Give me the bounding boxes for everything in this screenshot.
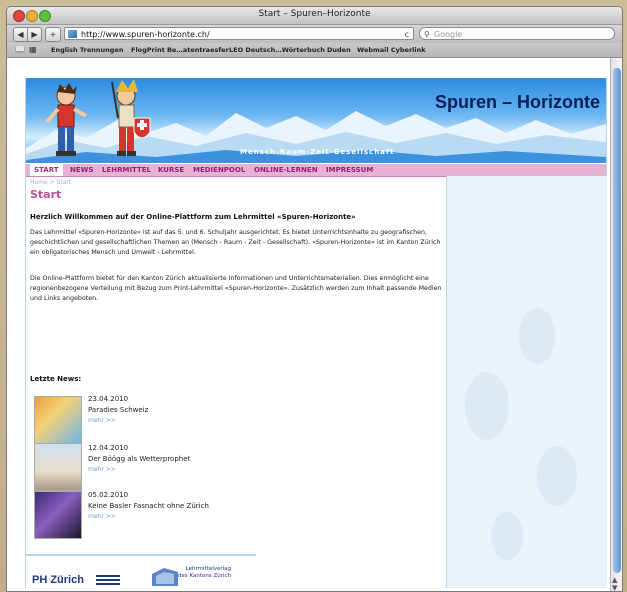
grid-icon[interactable]: ▦	[29, 45, 37, 55]
add-bookmark-button[interactable]: +	[45, 27, 61, 42]
news-title[interactable]: Der Böögg als Wetterprophet	[88, 455, 190, 463]
bookmarks-bar: 📖 ▦ English Trennungen FlogPrint Be…aten…	[7, 43, 622, 58]
search-placeholder: Google	[434, 30, 463, 39]
page-title: Start	[30, 188, 62, 201]
window-title: Start – Spuren–Horizonte	[258, 9, 371, 19]
lehrmittelverlag-text: Lehrmittelverlag des Kantons Zürich	[178, 566, 232, 579]
welcome-heading: Herzlich Willkommen auf der Online-Platt…	[30, 213, 356, 221]
footprint-watermark-image	[465, 308, 577, 560]
boy-character-image	[45, 83, 88, 156]
footer-divider	[26, 554, 256, 556]
lehrmittelverlag-logo[interactable]: Lehrmittelverlag des Kantons Zürich	[150, 564, 258, 590]
browser-toolbar: ◀ ▶ + http://www.spuren-horizonte.ch/ c …	[7, 25, 622, 43]
scroll-up-icon[interactable]: ▲	[612, 576, 617, 584]
bookmark-item[interactable]: Webmail Cyberlink	[357, 43, 426, 57]
nav-item-start[interactable]: START	[30, 164, 63, 176]
title-bar: Start – Spuren–Horizonte	[7, 7, 622, 25]
site-banner: Spuren – Horizonte Mensch-Raum-Zeit-Gese…	[26, 78, 606, 163]
url-text: http://www.spuren-horizonte.ch/	[81, 30, 210, 39]
search-icon: ⚲	[424, 30, 430, 39]
address-bar[interactable]: http://www.spuren-horizonte.ch/ c	[64, 27, 414, 40]
nav-item-news[interactable]: NEWS	[66, 164, 97, 176]
reload-icon[interactable]: c	[405, 28, 409, 41]
site-subtitle: Mensch-Raum-Zeit-Gesellschaft	[240, 148, 395, 156]
page-viewport: Spuren – Horizonte Mensch-Raum-Zeit-Gese…	[7, 58, 610, 591]
platform-paragraph: Die Online-Plattform bietet für den Kant…	[30, 275, 442, 302]
breadcrumb[interactable]: Home > Start	[30, 179, 71, 186]
girl-character-image	[111, 79, 151, 156]
intro-paragraph: Das Lehrmittel «Spuren-Horizonte» ist au…	[30, 229, 441, 256]
nav-item-kurse[interactable]: KURSE	[154, 164, 188, 176]
news-more-link[interactable]: mehr >>	[88, 513, 116, 520]
news-more-link[interactable]: mehr >>	[88, 466, 116, 473]
bookmark-item[interactable]: FlogPrint Be…atentraesfer	[131, 43, 229, 57]
scrollbar-thumb[interactable]	[613, 68, 621, 573]
news-date: 23.04.2010	[88, 395, 129, 403]
vertical-scrollbar[interactable]: ▲ ▼	[610, 58, 622, 591]
lehrmittelverlag-mark-icon	[152, 568, 178, 586]
bookmark-item[interactable]: LEO Deutsch…Wörterbuch	[229, 43, 325, 57]
news-date: 05.02.2010	[88, 491, 129, 499]
forward-button[interactable]: ▶	[27, 27, 42, 42]
ph-zuerich-logo-lines	[96, 575, 120, 587]
news-more-link[interactable]: mehr >>	[88, 417, 116, 424]
news-thumbnail[interactable]	[34, 491, 82, 539]
sidebar-column	[446, 176, 607, 588]
book-icon[interactable]: 📖	[15, 45, 25, 55]
site-page: Spuren – Horizonte Mensch-Raum-Zeit-Gese…	[25, 78, 607, 588]
search-field[interactable]: ⚲ Google	[419, 27, 615, 40]
back-button[interactable]: ◀	[13, 27, 28, 42]
nav-item-lehrmittel[interactable]: LEHRMITTEL	[98, 164, 155, 176]
bookmark-item[interactable]: Duden	[327, 43, 351, 57]
nav-item-medienpool[interactable]: MEDIENPOOL	[189, 164, 249, 176]
news-heading: Letzte News:	[30, 375, 82, 383]
site-favicon-icon	[68, 30, 77, 38]
nav-item-online-lernen[interactable]: ONLINE-LERNEN	[250, 164, 322, 176]
site-title: Spuren – Horizonte	[434, 92, 600, 112]
nav-item-impressum[interactable]: IMPRESSUM	[322, 164, 377, 176]
bookmark-item[interactable]: English Trennungen	[51, 43, 123, 57]
news-title[interactable]: Paradies Schweiz	[88, 406, 148, 414]
news-date: 12.04.2010	[88, 444, 129, 452]
news-thumbnail[interactable]	[34, 396, 82, 444]
news-thumbnail[interactable]	[34, 443, 82, 491]
browser-window: Start – Spuren–Horizonte ◀ ▶ + http://ww…	[6, 6, 623, 592]
news-title[interactable]: Keine Basler Fasnacht ohne Zürich	[88, 502, 209, 510]
scroll-down-icon[interactable]: ▼	[612, 584, 617, 591]
ph-zuerich-logo[interactable]: PH Zürich	[32, 574, 84, 586]
